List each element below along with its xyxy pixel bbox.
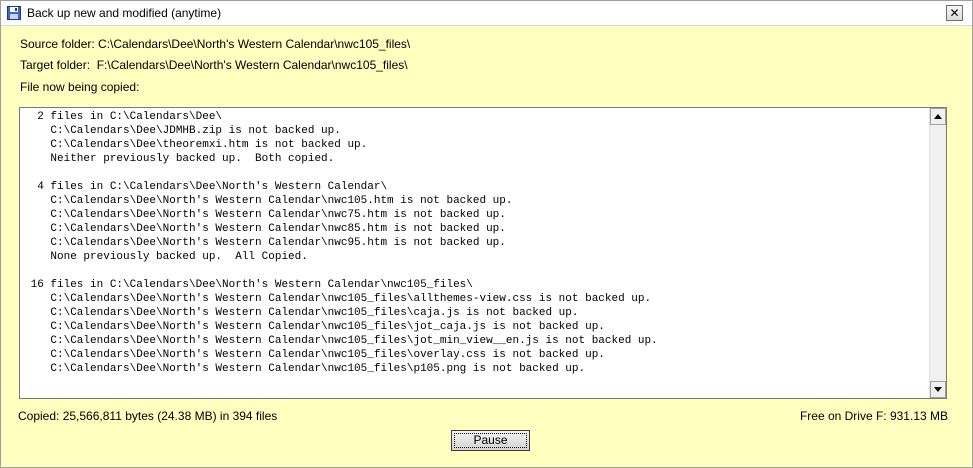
log-text: 2 files in C:\Calendars\Dee\ C:\Calendar…	[30, 111, 658, 375]
source-folder-label: Source folder: C:\Calendars\Dee\North's …	[20, 37, 411, 51]
window-title: Back up new and modified (anytime)	[27, 6, 222, 20]
backup-dialog: Back up new and modified (anytime) ✕ Sou…	[0, 0, 973, 468]
copied-status: Copied: 25,566,811 bytes (24.38 MB) in 3…	[18, 409, 278, 423]
free-space-status: Free on Drive F: 931.13 MB	[799, 409, 948, 423]
target-folder-label: Target folder: F:\Calendars\Dee\North's …	[20, 58, 408, 72]
scroll-up-button[interactable]	[930, 108, 946, 125]
arrow-down-icon	[934, 387, 942, 392]
title-bar: Back up new and modified (anytime) ✕	[1, 1, 972, 26]
file-now-copying-label: File now being copied:	[20, 80, 140, 94]
vertical-scrollbar[interactable]	[929, 108, 946, 398]
close-button[interactable]: ✕	[946, 5, 963, 21]
arrow-up-icon	[934, 114, 942, 119]
log-textbox[interactable]: 2 files in C:\Calendars\Dee\ C:\Calendar…	[19, 107, 947, 399]
scroll-down-button[interactable]	[930, 381, 946, 398]
close-icon: ✕	[949, 6, 960, 20]
floppy-disk-icon	[7, 6, 21, 20]
pause-button[interactable]: Pause	[451, 430, 530, 451]
